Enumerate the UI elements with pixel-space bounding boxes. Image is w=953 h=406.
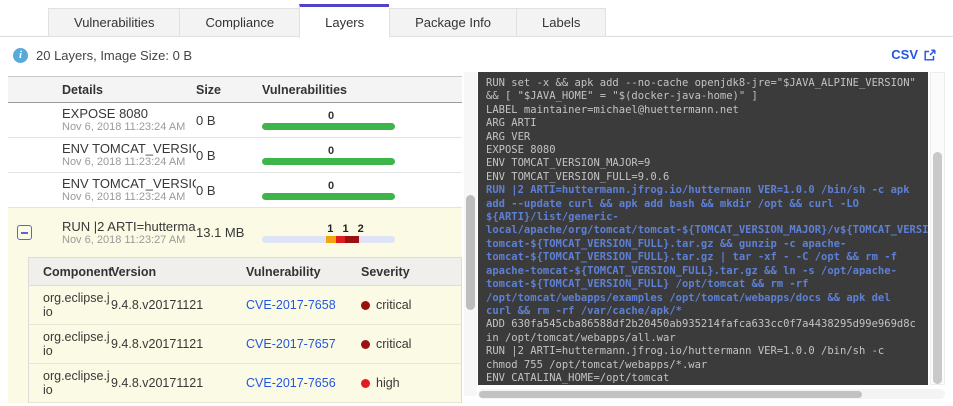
- column-header-details: Details: [62, 82, 103, 97]
- main-content: Details Size Vulnerabilities EXPOSE 8080…: [0, 72, 953, 406]
- cve-link[interactable]: CVE-2017-7656: [246, 376, 336, 390]
- vulnerability-row: org.eclipse.j io 9.4.8.v20171121 CVE-201…: [29, 325, 461, 364]
- layers-screen: Vulnerabilities Compliance Layers Packag…: [0, 0, 953, 406]
- layers-table-header: Details Size Vulnerabilities: [8, 76, 462, 103]
- export-icon: [924, 48, 936, 61]
- dockerfile-line: RUN |2 ARTI=huttermann.jfrog.io/hutterma…: [486, 345, 891, 371]
- tab-strip: Vulnerabilities Compliance Layers Packag…: [48, 0, 607, 38]
- layer-vulnerabilities-table: Component Version Vulnerability Severity…: [28, 257, 462, 403]
- vulnerability-bar-clean: [262, 158, 395, 165]
- dockerfile-line: ENV CATALINA_HOME=/opt/tomcat: [486, 371, 670, 384]
- layer-command: RUN |2 ARTI=huttermann.jfrog.i...: [62, 218, 196, 234]
- layer-command: EXPOSE 8080: [62, 106, 148, 121]
- layers-summary-row: i 20 Layers, Image Size: 0 B CSV: [0, 37, 953, 72]
- tab-compliance[interactable]: Compliance: [179, 8, 300, 37]
- csv-export-label: CSV: [891, 47, 918, 62]
- dockerfile-vertical-scrollbar-thumb[interactable]: [933, 152, 942, 384]
- layer-command: ENV TOMCAT_VERSION_MAJ...: [62, 141, 196, 156]
- dockerfile-line: ENV TOMCAT_VERSION_FULL=9.0.6: [486, 170, 670, 183]
- collapse-layer-button[interactable]: [17, 225, 32, 240]
- dockerfile-line: LABEL maintainer=michael@huettermann.net: [486, 103, 739, 116]
- cve-link[interactable]: CVE-2017-7657: [246, 337, 336, 351]
- tab-package-info[interactable]: Package Info: [389, 8, 517, 37]
- csv-export-link[interactable]: CSV: [891, 47, 937, 62]
- layer-row[interactable]: EXPOSE 8080 Nov 6, 2018 11:23:24 AM 0 B …: [8, 103, 462, 138]
- vulnerability-count: 0: [327, 110, 335, 122]
- layers-summary-text: 20 Layers, Image Size: 0 B: [36, 48, 193, 63]
- layer-timestamp: Nov 6, 2018 11:23:24 AM: [62, 156, 186, 168]
- layer-timestamp: Nov 6, 2018 11:23:27 AM: [62, 233, 186, 246]
- layer-command: ENV TOMCAT_VERSION_FULL...: [62, 176, 196, 191]
- column-header-version: Version: [111, 264, 157, 279]
- severity-segment-high: [335, 235, 345, 243]
- tab-bar: Vulnerabilities Compliance Layers Packag…: [0, 0, 953, 38]
- dockerfile-line: EXPOSE 8080: [486, 144, 556, 157]
- layer-size: 13.1 MB: [196, 225, 245, 240]
- severity-segment-medium: [325, 235, 336, 243]
- column-header-severity: Severity: [361, 264, 410, 279]
- layer-vulnerabilities-section: Component Version Vulnerability Severity…: [8, 257, 462, 403]
- layer-row-selected[interactable]: RUN |2 ARTI=huttermann.jfrog.i... Nov 6,…: [8, 208, 462, 257]
- layer-timestamp: Nov 6, 2018 11:23:24 AM: [62, 191, 186, 203]
- severity-dot-critical: [361, 300, 370, 310]
- layers-table-scrollbar-thumb[interactable]: [466, 195, 475, 310]
- column-header-size: Size: [196, 82, 222, 97]
- column-header-component: Component: [43, 264, 113, 279]
- vulnerability-severity-counts: 1 1 2: [327, 222, 367, 235]
- component-version: 9.4.8.v20171121: [111, 337, 204, 351]
- tab-labels[interactable]: Labels: [516, 8, 607, 37]
- component-version: 9.4.8.v20171121: [111, 298, 204, 312]
- layer-size: 0 B: [196, 147, 216, 163]
- layers-table: Details Size Vulnerabilities EXPOSE 8080…: [8, 76, 462, 403]
- tab-vulnerabilities[interactable]: Vulnerabilities: [48, 8, 180, 37]
- severity-label: critical: [376, 337, 412, 351]
- layer-size: 0 B: [196, 112, 216, 128]
- component-name: org.eclipse.j io: [43, 369, 109, 397]
- layer-timestamp: Nov 6, 2018 11:23:24 AM: [62, 121, 186, 133]
- cve-link[interactable]: CVE-2017-7658: [246, 298, 336, 312]
- vulnerability-row: org.eclipse.j io 9.4.8.v20171121 CVE-201…: [29, 364, 461, 403]
- severity-label: critical: [376, 298, 412, 312]
- vulnerabilities-table-header: Component Version Vulnerability Severity: [29, 258, 461, 286]
- severity-dot-critical: [361, 339, 370, 349]
- info-icon[interactable]: i: [13, 48, 28, 63]
- component-name: org.eclipse.j io: [43, 291, 109, 319]
- column-header-vulnerability: Vulnerability: [246, 264, 321, 279]
- severity-label: high: [376, 376, 400, 390]
- dockerfile-panel: RUN set -x && apk add --no-cache openjdk…: [478, 72, 928, 385]
- vulnerability-row: org.eclipse.j io 9.4.8.v20171121 CVE-201…: [29, 286, 461, 325]
- layer-size: 0 B: [196, 182, 216, 198]
- dockerfile-line-highlighted: RUN |2 ARTI=huttermann.jfrog.io/hutterma…: [486, 184, 928, 317]
- layer-row[interactable]: ENV TOMCAT_VERSION_FULL... Nov 6, 2018 1…: [8, 173, 462, 208]
- vulnerability-bar-clean: [262, 123, 395, 130]
- dockerfile-horizontal-scrollbar-thumb[interactable]: [479, 390, 862, 398]
- severity-dot-high: [361, 378, 370, 388]
- vulnerability-count: 0: [327, 180, 335, 192]
- severity-segment-critical: [344, 235, 359, 243]
- dockerfile-line: ADD 630fa545cba86588df2b20450ab935214faf…: [486, 318, 923, 344]
- layer-row[interactable]: ENV TOMCAT_VERSION_MAJ... Nov 6, 2018 11…: [8, 138, 462, 173]
- dockerfile-line: ARG ARTI: [486, 117, 537, 130]
- column-header-vulnerabilities: Vulnerabilities: [262, 82, 347, 97]
- vulnerability-bar-clean: [262, 193, 395, 200]
- vulnerability-count: 0: [327, 145, 335, 157]
- tab-layers[interactable]: Layers: [299, 4, 390, 38]
- dockerfile-line: ENV TOMCAT_VERSION_MAJOR=9: [486, 157, 651, 170]
- dockerfile-line: ARG VER: [486, 130, 531, 143]
- component-name: org.eclipse.j io: [43, 330, 109, 358]
- component-version: 9.4.8.v20171121: [111, 376, 204, 390]
- vulnerability-severity-bar: [262, 235, 395, 243]
- dockerfile-line: RUN set -x && apk add --no-cache openjdk…: [486, 77, 923, 103]
